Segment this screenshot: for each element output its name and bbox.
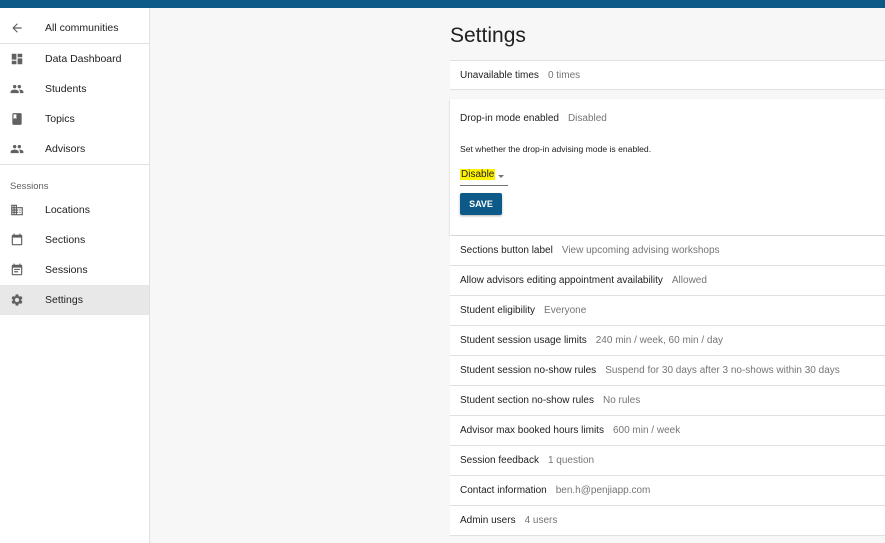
arrow-left-icon (12, 23, 22, 33)
setting-value: Allowed (671, 275, 707, 286)
setting-label: Session feedback (460, 455, 539, 466)
sidebar-item-label: Advisors (45, 143, 86, 155)
setting-label: Unavailable times (460, 69, 539, 81)
people-icon (10, 84, 24, 94)
setting-row-contact-information[interactable]: Contact information ben.h@penjiapp.com (450, 476, 885, 506)
page-title: Settings (450, 24, 526, 47)
sidebar-item-label: Sections (45, 234, 86, 246)
sidebar-item-sections[interactable]: Sections (0, 225, 149, 255)
dropin-description: Set whether the drop-in advising mode is… (460, 144, 652, 154)
sidebar-item-label: Students (45, 83, 87, 95)
setting-label: Student section no-show rules (460, 395, 594, 406)
setting-row-advisor-availability[interactable]: Allow advisors editing appointment avail… (450, 266, 885, 296)
divider (0, 164, 149, 165)
setting-value: 0 times (547, 69, 581, 81)
dropin-setting-header[interactable]: Drop-in mode enabled Disabled (460, 113, 607, 124)
setting-label: Student session usage limits (460, 335, 587, 346)
setting-row-usage-limits[interactable]: Student session usage limits 240 min / w… (450, 326, 885, 356)
setting-value: View upcoming advising workshops (561, 245, 720, 256)
all-communities-link[interactable]: All communities (0, 13, 149, 43)
calendar-icon (11, 233, 23, 246)
setting-row-unavailable-times[interactable]: Unavailable times 0 times (450, 60, 885, 90)
save-button[interactable]: SAVE (460, 193, 502, 215)
sidebar-item-sessions[interactable]: Sessions (0, 255, 149, 285)
setting-row-session-no-show[interactable]: Student session no-show rules Suspend fo… (450, 356, 885, 386)
sidebar-item-label: Settings (45, 294, 83, 306)
setting-value: Everyone (544, 305, 587, 316)
building-icon (11, 204, 23, 216)
sidebar-item-settings[interactable]: Settings (0, 285, 149, 315)
setting-label: Drop-in mode enabled (460, 113, 559, 124)
setting-row-student-eligibility[interactable]: Student eligibility Everyone (450, 296, 885, 326)
dropin-mode-select[interactable]: Disable (460, 167, 508, 186)
setting-label: Advisor max booked hours limits (460, 425, 604, 436)
setting-row-section-no-show[interactable]: Student section no-show rules No rules (450, 386, 885, 416)
event-note-icon (11, 263, 23, 276)
setting-value: 1 question (547, 455, 595, 466)
setting-label: Student session no-show rules (460, 365, 597, 376)
setting-value: 600 min / week (612, 425, 681, 436)
setting-value: 240 min / week, 60 min / day (595, 335, 724, 346)
people-icon (10, 144, 24, 154)
gear-icon (11, 294, 23, 306)
setting-label: Contact information (460, 485, 547, 496)
sidebar-item-locations[interactable]: Locations (0, 195, 149, 225)
setting-value: ben.h@penjiapp.com (555, 485, 651, 496)
sidebar-item-label: Data Dashboard (45, 53, 122, 65)
dashboard-icon (11, 53, 23, 65)
setting-row-session-feedback[interactable]: Session feedback 1 question (450, 446, 885, 476)
sidebar-item-students[interactable]: Students (0, 74, 149, 104)
chevron-down-icon (498, 175, 504, 178)
top-bar (0, 0, 885, 8)
setting-label: Sections button label (460, 245, 553, 256)
setting-value: Suspend for 30 days after 3 no-shows wit… (605, 365, 840, 376)
setting-row-sections-button-label[interactable]: Sections button label View upcoming advi… (450, 236, 885, 266)
sidebar: All communities Data Dashboard Students … (0, 8, 150, 543)
select-value: Disable (460, 169, 496, 180)
setting-label: Student eligibility (460, 305, 536, 316)
sidebar-item-label: Locations (45, 204, 90, 216)
sidebar-item-label: Sessions (45, 264, 88, 276)
all-communities-label: All communities (45, 22, 119, 34)
setting-label: Admin users (460, 515, 516, 526)
sessions-section-header: Sessions (10, 181, 49, 192)
setting-row-admin-users[interactable]: Admin users 4 users (450, 506, 885, 536)
sidebar-item-label: Topics (45, 113, 75, 125)
setting-value: No rules (602, 395, 641, 406)
sidebar-item-data-dashboard[interactable]: Data Dashboard (0, 44, 149, 74)
sidebar-item-advisors[interactable]: Advisors (0, 134, 149, 164)
setting-value: 4 users (524, 515, 558, 526)
sidebar-item-topics[interactable]: Topics (0, 104, 149, 134)
settings-main: Settings Unavailable times 0 times Drop-… (450, 8, 885, 543)
book-icon (12, 113, 22, 125)
setting-label: Allow advisors editing appointment avail… (460, 275, 663, 286)
setting-value: Disabled (567, 113, 607, 124)
dropin-setting-panel: Drop-in mode enabled Disabled Set whethe… (450, 99, 885, 235)
setting-row-advisor-max-hours[interactable]: Advisor max booked hours limits 600 min … (450, 416, 885, 446)
